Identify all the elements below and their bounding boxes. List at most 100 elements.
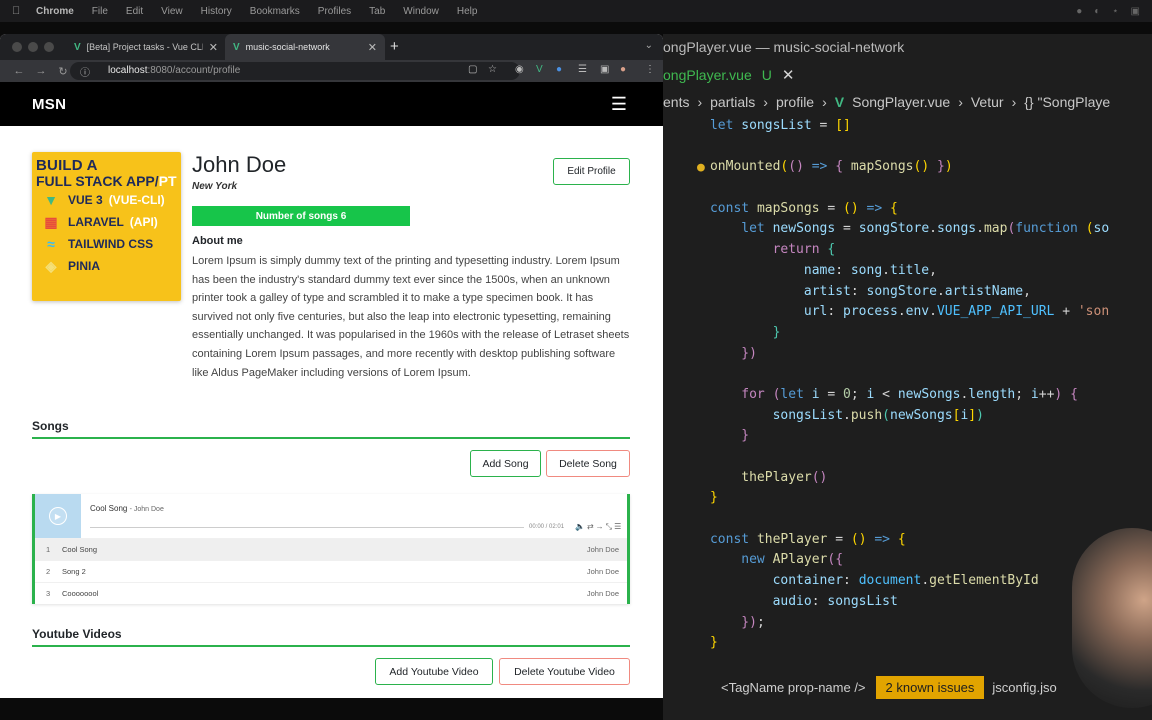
editor-tab-songplayer[interactable]: ongPlayer.vue U ✕ bbox=[663, 66, 808, 84]
playlist-item-artist: John Doe bbox=[586, 567, 619, 576]
back-arrow-icon[interactable]: ← bbox=[8, 65, 30, 77]
kebab-menu-icon[interactable]: ⋮ bbox=[645, 64, 655, 75]
menu-edit[interactable]: Edit bbox=[126, 6, 143, 17]
sidepanel-icon[interactable]: ▣ bbox=[600, 64, 609, 75]
menu-profiles[interactable]: Profiles bbox=[318, 6, 351, 17]
close-icon[interactable]: ✕ bbox=[368, 41, 377, 54]
menu-help[interactable]: Help bbox=[457, 6, 478, 17]
playlist-item-title: Song 2 bbox=[62, 567, 86, 576]
control-center-icon[interactable]: ▣ bbox=[1131, 6, 1140, 17]
songs-heading: Songs bbox=[32, 419, 69, 433]
player-time: 00:00 / 02:01 bbox=[529, 524, 565, 530]
code-line: } bbox=[709, 490, 718, 506]
editor-tab-label: ongPlayer.vue bbox=[663, 67, 752, 83]
menu-history[interactable]: History bbox=[201, 6, 232, 17]
lock-icon[interactable]: ▢ bbox=[468, 64, 477, 75]
player-controls[interactable]: 🔈⇄→⤡☰ bbox=[575, 522, 623, 532]
menu-window[interactable]: Window bbox=[403, 6, 439, 17]
status-jsconfig[interactable]: jsconfig.jso bbox=[992, 680, 1056, 695]
app-navbar: MSN ☰ bbox=[0, 82, 663, 126]
play-icon[interactable]: ▶ bbox=[49, 507, 67, 525]
macos-menubar:  Chrome File Edit View History Bookmark… bbox=[0, 0, 1152, 22]
pinia-logo-icon: ◈ bbox=[45, 257, 57, 274]
breadcrumb-item[interactable]: Vetur bbox=[971, 94, 1004, 110]
status-tag-hint[interactable]: <TagName prop-name /> bbox=[721, 680, 866, 695]
bookmark-star-icon[interactable]: ☆ bbox=[488, 64, 497, 75]
close-icon[interactable]: ✕ bbox=[209, 41, 218, 54]
browser-toolbar: ← → ↻ ⓘ localhost:8080/account/profile ▢… bbox=[0, 60, 663, 82]
menu-view[interactable]: View bbox=[161, 6, 183, 17]
status-issues-badge[interactable]: 2 known issues bbox=[875, 675, 985, 699]
editor-tab-untracked-flag: U bbox=[761, 67, 772, 83]
browser-tab-project-tasks[interactable]: V [Beta] Project tasks - Vue CLI ✕ bbox=[66, 34, 226, 60]
vue-devtools-icon[interactable]: V bbox=[536, 64, 543, 75]
info-icon[interactable]: ⓘ bbox=[80, 64, 90, 79]
screen-record-icon[interactable]: ● bbox=[1076, 6, 1082, 17]
forward-arrow-icon[interactable]: → bbox=[30, 65, 52, 77]
code-line: return { bbox=[772, 242, 836, 258]
lightbulb-icon[interactable]: ● bbox=[697, 158, 705, 179]
audio-player: ▶ Cool Song - John Doe 00:00 / 02:01 🔈⇄→… bbox=[32, 494, 630, 604]
menu-tab[interactable]: Tab bbox=[369, 6, 385, 17]
chevron-right-icon: › bbox=[697, 94, 703, 110]
delete-song-button[interactable]: Delete Song bbox=[546, 450, 630, 477]
songs-divider bbox=[32, 437, 630, 439]
apple-icon[interactable]:  bbox=[12, 5, 26, 17]
code-line: for (let i = 0; i < newSongs.length; i++… bbox=[741, 386, 1078, 402]
cover-line-1: BUILD A bbox=[36, 157, 98, 174]
tab-search-icon[interactable]: ⌄ bbox=[645, 40, 653, 51]
cover-item-pinia: ◈ PINIA bbox=[40, 255, 177, 277]
breadcrumb-item[interactable]: SongPlayer.vue bbox=[852, 94, 950, 110]
menu-app-chrome[interactable]: Chrome bbox=[36, 6, 74, 17]
videos-divider bbox=[32, 645, 630, 647]
new-tab-button[interactable]: + bbox=[390, 38, 399, 55]
editor-window-title: ongPlayer.vue — music-social-network bbox=[663, 39, 905, 55]
code-line: let newSongs = songStore.songs.map(funct… bbox=[741, 221, 1110, 237]
close-icon[interactable]: ✕ bbox=[782, 66, 795, 84]
menubar-status-icons: ● ◐ ⋆ ▣ bbox=[1076, 6, 1140, 17]
puzzle-icon[interactable]: ☰ bbox=[578, 64, 587, 75]
code-line: url: process.env.VUE_APP_API_URL + 'son bbox=[803, 304, 1110, 320]
hamburger-icon[interactable]: ☰ bbox=[611, 94, 627, 115]
extension-blue-icon[interactable]: ● bbox=[556, 64, 562, 75]
code-line: let songsList = [] bbox=[709, 118, 851, 133]
address-bar-url[interactable]: localhost:8080/account/profile bbox=[108, 65, 240, 76]
brand-logo[interactable]: MSN bbox=[32, 96, 66, 113]
menu-file[interactable]: File bbox=[92, 6, 108, 17]
delete-youtube-video-button[interactable]: Delete Youtube Video bbox=[499, 658, 630, 685]
profile-avatar-icon[interactable]: ● bbox=[620, 64, 626, 75]
tailwind-logo-icon: ≈ bbox=[47, 236, 55, 252]
add-youtube-video-button[interactable]: Add Youtube Video bbox=[375, 658, 493, 685]
profile-cover-image: BUILD A FULL STACK APP/PT ▼ VUE 3 (VUE-CLI… bbox=[32, 152, 181, 301]
breadcrumb-item[interactable]: profile bbox=[776, 94, 814, 110]
breadcrumb-item[interactable]: {} "SongPlaye bbox=[1024, 94, 1110, 110]
about-heading: About me bbox=[192, 235, 243, 247]
extension-icon[interactable]: ◉ bbox=[515, 64, 524, 75]
cover-line-2: FULL STACK APP/PT bbox=[36, 173, 177, 189]
edit-profile-button[interactable]: Edit Profile bbox=[553, 158, 630, 185]
profile-name: John Doe bbox=[192, 152, 287, 177]
menu-bookmarks[interactable]: Bookmarks bbox=[250, 6, 300, 17]
bluetooth-icon[interactable]: ⋆ bbox=[1112, 6, 1118, 17]
add-song-button[interactable]: Add Song bbox=[470, 450, 541, 477]
zoom-window-button[interactable] bbox=[44, 42, 54, 52]
playlist-item[interactable]: 2 Song 2 John Doe bbox=[35, 560, 627, 582]
breadcrumb-item[interactable]: partials bbox=[710, 94, 755, 110]
browser-tab-music-social-network[interactable]: V music-social-network ✕ bbox=[225, 34, 385, 60]
breadcrumb-item[interactable]: ents bbox=[663, 94, 689, 110]
minimize-window-button[interactable] bbox=[28, 42, 38, 52]
headphones-icon[interactable]: ◐ bbox=[1094, 6, 1100, 17]
playlist-item[interactable]: 3 Coooooool John Doe bbox=[35, 582, 627, 604]
player-cover[interactable]: ▶ bbox=[35, 494, 81, 538]
code-line: thePlayer() bbox=[741, 469, 828, 485]
playlist-item-artist: John Doe bbox=[586, 589, 619, 598]
playlist-item[interactable]: 1 Cool Song John Doe bbox=[35, 538, 627, 560]
code-line: } bbox=[772, 324, 781, 340]
progress-bar[interactable] bbox=[90, 527, 524, 528]
code-line: songsList.push(newSongs[i]) bbox=[772, 407, 984, 423]
close-window-button[interactable] bbox=[12, 42, 22, 52]
editor-tabbar: ongPlayer.vue U ✕ bbox=[663, 60, 1152, 90]
code-line: const thePlayer = () => { bbox=[709, 531, 906, 547]
